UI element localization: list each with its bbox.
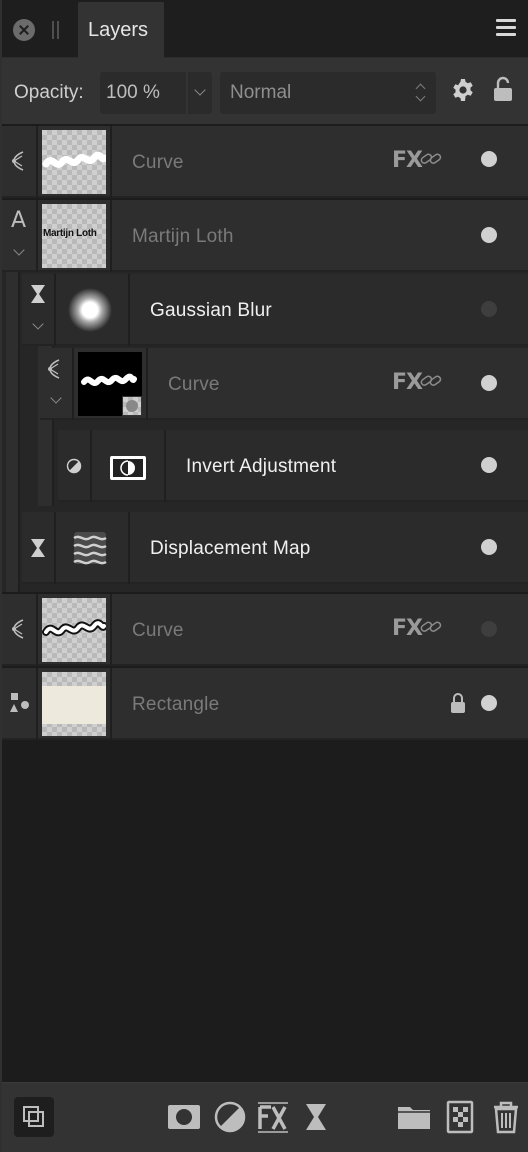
folder-icon[interactable]: [396, 1099, 432, 1135]
pen-node-icon: [48, 359, 60, 379]
adjustment-icon: [66, 458, 82, 474]
layer-row[interactable]: A Martijn Loth Martijn Loth: [2, 200, 528, 272]
layer-row[interactable]: Curve FX: [40, 348, 528, 420]
link-icon[interactable]: [420, 620, 442, 634]
adjustment-icon[interactable]: [212, 1099, 248, 1135]
visibility-dot[interactable]: [481, 151, 497, 167]
layer-name[interactable]: Martijn Loth: [132, 226, 234, 248]
opacity-field[interactable]: 100 %: [100, 72, 212, 114]
chevron-down-icon[interactable]: [13, 244, 25, 256]
lock-icon[interactable]: [450, 692, 466, 714]
close-icon[interactable]: [13, 19, 35, 41]
layer-row[interactable]: Rectangle: [2, 668, 528, 740]
opacity-label: Opacity:: [14, 82, 84, 103]
fx-icon[interactable]: FX: [392, 148, 423, 173]
pen-node-icon: [12, 619, 24, 639]
visibility-dot[interactable]: [481, 227, 497, 243]
chevron-down-icon[interactable]: [32, 318, 44, 330]
gear-icon[interactable]: [451, 78, 475, 102]
visibility-dot[interactable]: [481, 457, 497, 473]
layer-name[interactable]: Gaussian Blur: [150, 300, 272, 322]
drag-grip-icon[interactable]: [52, 21, 60, 39]
thumbnail-text: Martijn Loth: [43, 228, 97, 239]
text-icon: A: [11, 208, 27, 233]
mask-icon[interactable]: [166, 1099, 202, 1135]
layer-row[interactable]: Curve FX: [2, 594, 528, 666]
tab-label: Layers: [88, 19, 149, 41]
link-icon[interactable]: [420, 374, 442, 388]
fx-icon[interactable]: FX: [392, 616, 423, 641]
visibility-dot[interactable]: [481, 539, 497, 555]
opacity-value[interactable]: 100 %: [106, 82, 160, 104]
blend-mode-select[interactable]: Normal: [220, 72, 436, 114]
shapes-icon: [10, 693, 29, 712]
layer-name[interactable]: Curve: [132, 620, 184, 642]
layer-name[interactable]: Curve: [168, 374, 220, 396]
layer-thumbnail: [78, 352, 142, 416]
live-filter-icon[interactable]: [298, 1099, 334, 1135]
layer-thumbnail: [42, 598, 108, 662]
fx-icon[interactable]: [254, 1099, 290, 1135]
layer-thumbnail: [42, 672, 106, 736]
visibility-dot[interactable]: [481, 301, 497, 317]
hourglass-icon: [31, 539, 45, 557]
arrange-icon[interactable]: [14, 1097, 54, 1137]
layer-thumbnail: [96, 434, 160, 498]
chevron-down-icon[interactable]: [194, 84, 206, 96]
chevron-down-icon[interactable]: [50, 392, 62, 404]
fx-icon[interactable]: FX: [392, 370, 423, 395]
layer-thumbnail: [42, 130, 108, 194]
visibility-dot[interactable]: [481, 621, 497, 637]
layer-thumbnail: [58, 278, 122, 342]
layer-name[interactable]: Rectangle: [132, 694, 219, 716]
layer-thumbnail: Martijn Loth: [42, 204, 106, 268]
layer-name[interactable]: Curve: [132, 152, 184, 174]
layer-name[interactable]: Displacement Map: [150, 538, 311, 560]
layer-row[interactable]: Displacement Map: [22, 512, 528, 584]
trash-icon[interactable]: [488, 1099, 524, 1135]
layer-row[interactable]: Gaussian Blur: [22, 274, 528, 346]
pen-node-icon: [12, 151, 24, 171]
visibility-dot[interactable]: [481, 375, 497, 391]
pixel-layer-icon[interactable]: [442, 1099, 478, 1135]
panel-header: Layers: [2, 0, 528, 58]
layer-row[interactable]: Curve FX: [2, 126, 528, 198]
updown-chevron-icon: [415, 83, 426, 103]
layer-options-bar: Opacity: 100 % Normal: [2, 58, 528, 124]
layer-thumbnail: [58, 516, 122, 580]
blend-mode-value: Normal: [230, 82, 292, 103]
hourglass-icon: [31, 285, 45, 303]
layers-toolbar: [2, 1082, 528, 1152]
lock-icon[interactable]: [493, 76, 513, 102]
hamburger-menu-icon[interactable]: [496, 19, 516, 37]
tab-layers[interactable]: Layers: [78, 2, 164, 58]
layers-panel: Layers Opacity: 100 % Normal Curve FX A …: [0, 0, 528, 1152]
visibility-dot[interactable]: [481, 695, 497, 711]
layer-row[interactable]: Invert Adjustment: [58, 430, 528, 502]
layer-name[interactable]: Invert Adjustment: [186, 456, 336, 478]
link-icon[interactable]: [420, 152, 442, 166]
